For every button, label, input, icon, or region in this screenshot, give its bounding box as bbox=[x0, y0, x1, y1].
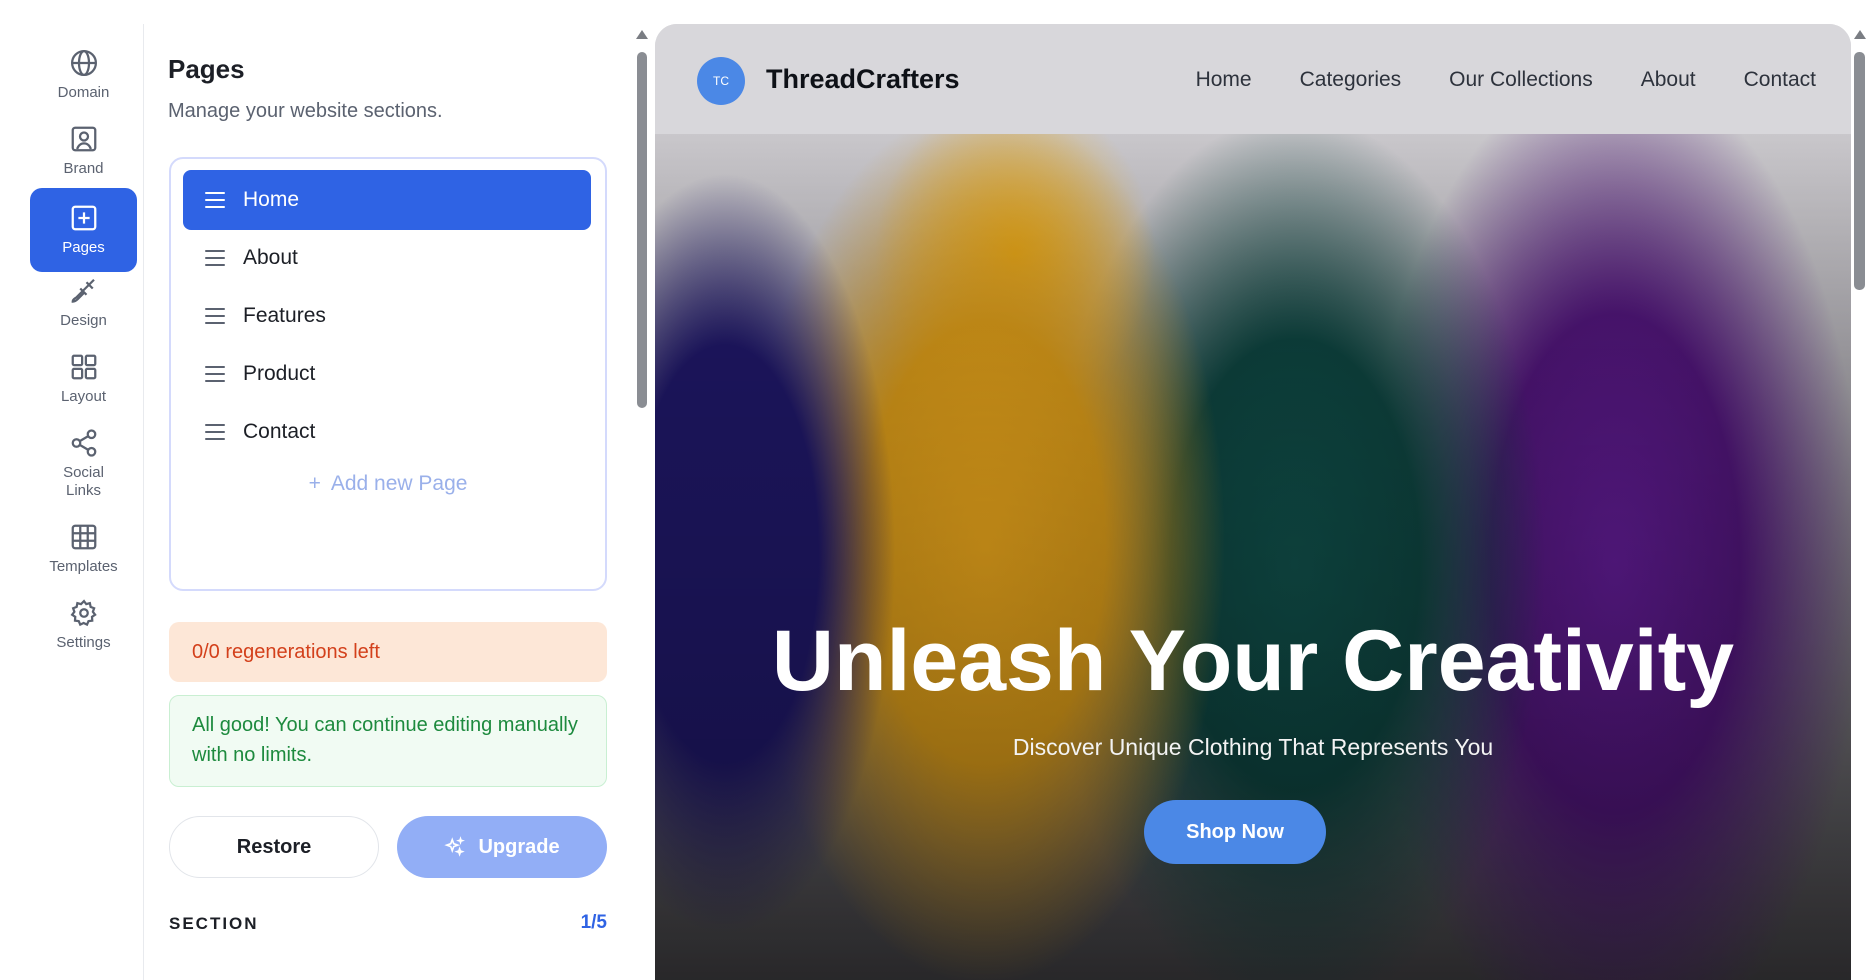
globe-icon bbox=[70, 50, 97, 76]
page-item-label: Home bbox=[243, 188, 300, 211]
rail-label-layout: Layout bbox=[60, 388, 107, 405]
scroll-up-arrow-icon[interactable] bbox=[1854, 30, 1866, 39]
site-nav-our-collections[interactable]: Our Collections bbox=[1449, 68, 1593, 92]
site-nav-contact[interactable]: Contact bbox=[1744, 68, 1816, 92]
page-item-home[interactable]: Home bbox=[183, 170, 591, 230]
share-icon bbox=[71, 429, 96, 457]
shop-now-button[interactable]: Shop Now bbox=[1144, 800, 1326, 864]
restore-label: Restore bbox=[236, 835, 312, 858]
upgrade-button[interactable]: Upgrade bbox=[397, 816, 607, 878]
scroll-up-arrow-icon[interactable] bbox=[636, 30, 648, 39]
rail-label-links: Links bbox=[65, 482, 102, 499]
rail-item-brand[interactable]: Brand bbox=[30, 124, 137, 196]
section-count: 1/5 bbox=[580, 912, 607, 933]
page-item-label: Contact bbox=[243, 420, 316, 443]
rail-label-templates: Templates bbox=[49, 558, 118, 575]
rail-item-settings[interactable]: Settings bbox=[30, 598, 137, 670]
section-label: SECTION bbox=[169, 914, 259, 933]
page-item-contact[interactable]: Contact bbox=[183, 402, 591, 462]
table-icon bbox=[71, 524, 96, 550]
panel-title: Pages bbox=[168, 54, 245, 84]
drag-handle-icon[interactable] bbox=[205, 366, 225, 382]
pages-panel: Pages Manage your website sections. Home… bbox=[145, 24, 625, 980]
page-item-features[interactable]: Features bbox=[183, 286, 591, 346]
site-nav-home[interactable]: Home bbox=[1196, 68, 1252, 92]
rail-item-layout[interactable]: Layout bbox=[30, 352, 137, 424]
drag-handle-icon[interactable] bbox=[205, 424, 225, 440]
drag-handle-icon[interactable] bbox=[205, 250, 225, 266]
icon-rail: Domain Brand Pages Design Layout Social … bbox=[0, 24, 144, 980]
site-preview: TC ThreadCrafters Home Categories Our Co… bbox=[655, 24, 1851, 980]
hero-section: Unleash Your Creativity Discover Unique … bbox=[655, 134, 1851, 980]
site-nav-links: Home Categories Our Collections About Co… bbox=[1196, 68, 1816, 92]
rail-label-social: Social bbox=[63, 464, 104, 481]
upgrade-label: Upgrade bbox=[478, 835, 560, 858]
rail-label-domain: Domain bbox=[57, 84, 110, 101]
pages-list: Home About Features Product Contact + Add… bbox=[169, 157, 607, 591]
shop-now-label: Shop Now bbox=[1186, 820, 1284, 843]
drag-handle-icon[interactable] bbox=[205, 192, 225, 208]
rail-item-pages[interactable]: Pages bbox=[30, 188, 137, 272]
brush-icon bbox=[71, 278, 95, 303]
drag-handle-icon[interactable] bbox=[205, 308, 225, 324]
brand-icon bbox=[71, 126, 96, 152]
plus-icon: + bbox=[308, 472, 321, 495]
rail-item-design[interactable]: Design bbox=[30, 276, 137, 348]
rail-item-social-links[interactable]: Social Links bbox=[30, 428, 137, 518]
scroll-thumb[interactable] bbox=[637, 52, 647, 408]
site-nav-about[interactable]: About bbox=[1641, 68, 1696, 92]
preview-scrollbar[interactable] bbox=[1853, 30, 1866, 980]
site-logo-initials: TC bbox=[713, 74, 729, 88]
rail-label-settings: Settings bbox=[56, 634, 111, 651]
rail-label-pages: Pages bbox=[62, 239, 105, 256]
add-page-label: Add new Page bbox=[330, 472, 468, 495]
page-item-product[interactable]: Product bbox=[183, 344, 591, 404]
page-item-label: Features bbox=[243, 304, 326, 327]
rail-label-brand: Brand bbox=[63, 160, 104, 177]
hero-title: Unleash Your Creativity bbox=[771, 613, 1735, 709]
status-notice: All good! You can continue editing manua… bbox=[169, 695, 607, 787]
site-name[interactable]: ThreadCrafters bbox=[766, 64, 960, 95]
app-root: Domain Brand Pages Design Layout Social … bbox=[0, 0, 1866, 980]
grid-icon bbox=[71, 354, 96, 380]
site-nav-categories[interactable]: Categories bbox=[1300, 68, 1402, 92]
hero-subtitle: Discover Unique Clothing That Represents… bbox=[1012, 734, 1494, 760]
regenerations-notice: 0/0 regenerations left bbox=[169, 622, 607, 682]
gear-icon bbox=[70, 599, 97, 627]
sparkle-icon bbox=[444, 836, 466, 857]
status-notice-text: All good! You can continue editing manua… bbox=[192, 714, 578, 766]
site-navbar: TC ThreadCrafters Home Categories Our Co… bbox=[655, 24, 1851, 134]
page-item-label: Product bbox=[243, 362, 316, 385]
site-logo[interactable]: TC bbox=[697, 57, 745, 105]
plus-square-icon bbox=[71, 205, 96, 231]
panel-subtitle: Manage your website sections. bbox=[168, 100, 443, 122]
restore-button[interactable]: Restore bbox=[169, 816, 379, 878]
add-page-button[interactable]: + Add new Page bbox=[171, 472, 605, 496]
regenerations-text: 0/0 regenerations left bbox=[192, 640, 380, 663]
page-item-about[interactable]: About bbox=[183, 228, 591, 288]
rail-label-design: Design bbox=[60, 312, 107, 329]
panel-scrollbar[interactable] bbox=[635, 30, 649, 980]
rail-item-domain[interactable]: Domain bbox=[30, 48, 137, 120]
scroll-thumb[interactable] bbox=[1854, 52, 1865, 290]
page-item-label: About bbox=[243, 246, 298, 269]
rail-item-templates[interactable]: Templates bbox=[30, 522, 137, 594]
